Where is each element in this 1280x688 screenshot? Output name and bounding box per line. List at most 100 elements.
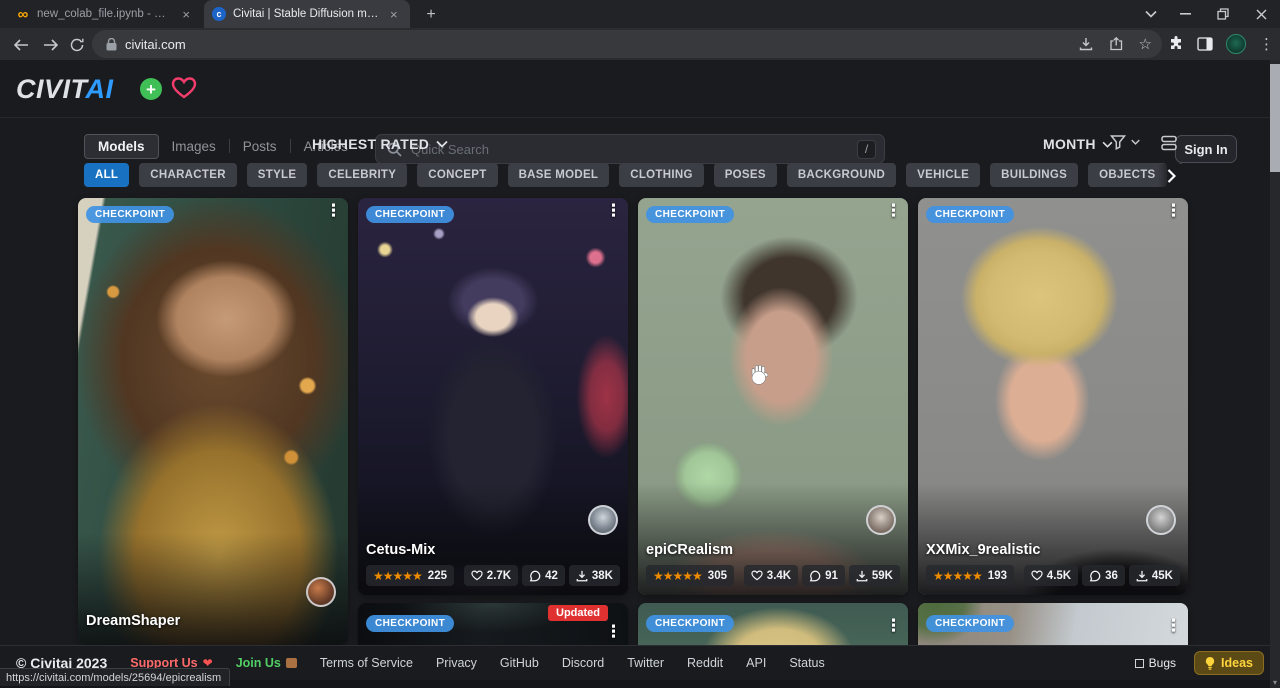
chips-scroll-right-button[interactable]	[1158, 164, 1184, 188]
browser-profile-avatar[interactable]	[1226, 34, 1246, 54]
card-menu-icon[interactable]: ⋮	[885, 617, 902, 636]
model-card-xxmix[interactable]: CHECKPOINT ⋮ XXMix_9realistic ★★★★★ 193 …	[918, 198, 1188, 595]
card-menu-icon[interactable]: ⋮	[1165, 202, 1182, 221]
extensions-puzzle-icon[interactable]	[1168, 36, 1184, 52]
footer-link-github[interactable]: GitHub	[500, 656, 539, 670]
minimize-button[interactable]	[1166, 0, 1204, 28]
model-type-badge: CHECKPOINT	[366, 615, 454, 632]
footer-link-join-us[interactable]: Join Us	[236, 656, 297, 670]
filter-button[interactable]	[1110, 134, 1140, 150]
comments-count: 42	[545, 570, 558, 582]
side-panel-icon[interactable]	[1197, 37, 1213, 51]
likes-count: 4.5K	[1047, 570, 1071, 582]
footer-link-terms[interactable]: Terms of Service	[320, 656, 413, 670]
new-tab-button[interactable]: +	[420, 4, 442, 26]
card-menu-icon[interactable]: ⋮	[605, 623, 622, 642]
footer-link-discord[interactable]: Discord	[562, 656, 604, 670]
card-menu-icon[interactable]: ⋮	[885, 202, 902, 221]
comment-icon	[529, 570, 541, 582]
download-icon	[1136, 570, 1148, 582]
chevron-down-icon	[1131, 139, 1140, 145]
chip-all[interactable]: ALL	[84, 163, 129, 187]
download-page-icon[interactable]	[1079, 37, 1093, 51]
tab-close-icon[interactable]: ×	[180, 7, 192, 22]
tab-close-icon[interactable]: ×	[388, 7, 400, 22]
card-menu-icon[interactable]: ⋮	[325, 202, 342, 221]
rating-pill: ★★★★★ 193	[926, 565, 1014, 586]
downloads-pill: 45K	[1129, 565, 1180, 586]
downloads-count: 45K	[1152, 570, 1173, 582]
layout-toggle-button[interactable]	[1160, 135, 1178, 151]
tab-search-chevron-icon[interactable]	[1132, 0, 1170, 28]
quick-search-box[interactable]: /	[375, 134, 885, 164]
address-bar[interactable]: civitai.com ☆	[92, 30, 1162, 58]
mouse-cursor-hand	[748, 362, 770, 386]
downloads-pill: 38K	[569, 565, 620, 586]
restore-button[interactable]	[1204, 0, 1242, 28]
favorites-heart-icon[interactable]	[171, 76, 197, 100]
model-card-dreamshaper[interactable]: CHECKPOINT ⋮ DreamShaper	[78, 198, 348, 645]
share-icon[interactable]	[1109, 37, 1123, 51]
likes-pill: 4.5K	[1024, 565, 1078, 586]
footer-link-status[interactable]: Status	[789, 656, 824, 670]
filter-funnel-icon	[1110, 134, 1126, 150]
search-shortcut-hint: /	[857, 140, 876, 159]
sign-in-button[interactable]: Sign In	[1175, 135, 1237, 163]
model-type-badge: CHECKPOINT	[926, 615, 1014, 632]
chip-vehicle[interactable]: VEHICLE	[906, 163, 980, 187]
chip-character[interactable]: CHARACTER	[139, 163, 237, 187]
tab-models[interactable]: Models	[84, 134, 159, 159]
chip-objects[interactable]: OBJECTS	[1088, 163, 1166, 187]
back-button[interactable]	[10, 34, 32, 56]
comment-icon	[1089, 570, 1101, 582]
chip-poses[interactable]: POSES	[714, 163, 777, 187]
downloads-count: 38K	[592, 570, 613, 582]
chevron-right-icon	[1167, 169, 1176, 183]
scrollbar-thumb[interactable]	[1270, 64, 1280, 172]
comments-pill: 42	[522, 565, 565, 586]
tab-colab[interactable]: ∞ new_colab_file.ipynb - Colaborat ×	[8, 0, 200, 28]
reload-button[interactable]	[66, 34, 88, 56]
tab-posts[interactable]: Posts	[230, 135, 290, 158]
period-dropdown[interactable]: MONTH	[1043, 136, 1113, 152]
likes-pill: 2.7K	[464, 565, 518, 586]
card-menu-icon[interactable]: ⋮	[605, 202, 622, 221]
creator-avatar[interactable]	[866, 505, 896, 535]
creator-avatar[interactable]	[588, 505, 618, 535]
chip-style[interactable]: STYLE	[247, 163, 308, 187]
chip-clothing[interactable]: CLOTHING	[619, 163, 703, 187]
likes-count: 3.4K	[767, 570, 791, 582]
page-scrollbar[interactable]: ▾	[1270, 60, 1280, 688]
chip-base-model[interactable]: BASE MODEL	[508, 163, 610, 187]
model-type-badge: CHECKPOINT	[646, 615, 734, 632]
footer-link-api[interactable]: API	[746, 656, 766, 670]
model-card-cetus-mix[interactable]: CHECKPOINT ⋮ Cetus-Mix ★★★★★ 225 2.7K	[358, 198, 628, 595]
downloads-pill: 59K	[849, 565, 900, 586]
card-menu-icon[interactable]: ⋮	[1165, 617, 1182, 636]
browser-menu-icon[interactable]: ⋮	[1259, 35, 1274, 53]
chip-background[interactable]: BACKGROUND	[787, 163, 896, 187]
sort-dropdown[interactable]: HIGHEST RATED	[312, 136, 448, 152]
civitai-logo[interactable]: CIVITAI	[16, 74, 114, 105]
model-card-epicrealism[interactable]: CHECKPOINT ⋮ epiCRealism ★★★★★ 305 3.4K	[638, 198, 908, 595]
bugs-button[interactable]: Bugs	[1135, 656, 1176, 670]
close-window-button[interactable]	[1242, 0, 1280, 28]
search-input[interactable]	[411, 142, 857, 157]
tab-civitai[interactable]: c Civitai | Stable Diffusion models, ×	[204, 0, 410, 28]
lock-icon	[106, 38, 117, 51]
chip-celebrity[interactable]: CELEBRITY	[317, 163, 407, 187]
chip-buildings[interactable]: BUILDINGS	[990, 163, 1078, 187]
scrollbar-down-arrow[interactable]: ▾	[1270, 676, 1280, 688]
chip-concept[interactable]: CONCEPT	[417, 163, 497, 187]
footer-link-twitter[interactable]: Twitter	[627, 656, 664, 670]
bookmark-star-icon[interactable]: ☆	[1139, 35, 1152, 53]
ideas-button[interactable]: Ideas	[1194, 651, 1264, 675]
creator-avatar[interactable]	[1146, 505, 1176, 535]
star-icons: ★★★★★	[933, 569, 982, 583]
tab-images[interactable]: Images	[159, 135, 229, 158]
forward-button[interactable]	[40, 34, 62, 56]
footer-link-reddit[interactable]: Reddit	[687, 656, 723, 670]
creator-avatar[interactable]	[306, 577, 336, 607]
footer-link-privacy[interactable]: Privacy	[436, 656, 477, 670]
upload-plus-button[interactable]: +	[140, 78, 162, 100]
